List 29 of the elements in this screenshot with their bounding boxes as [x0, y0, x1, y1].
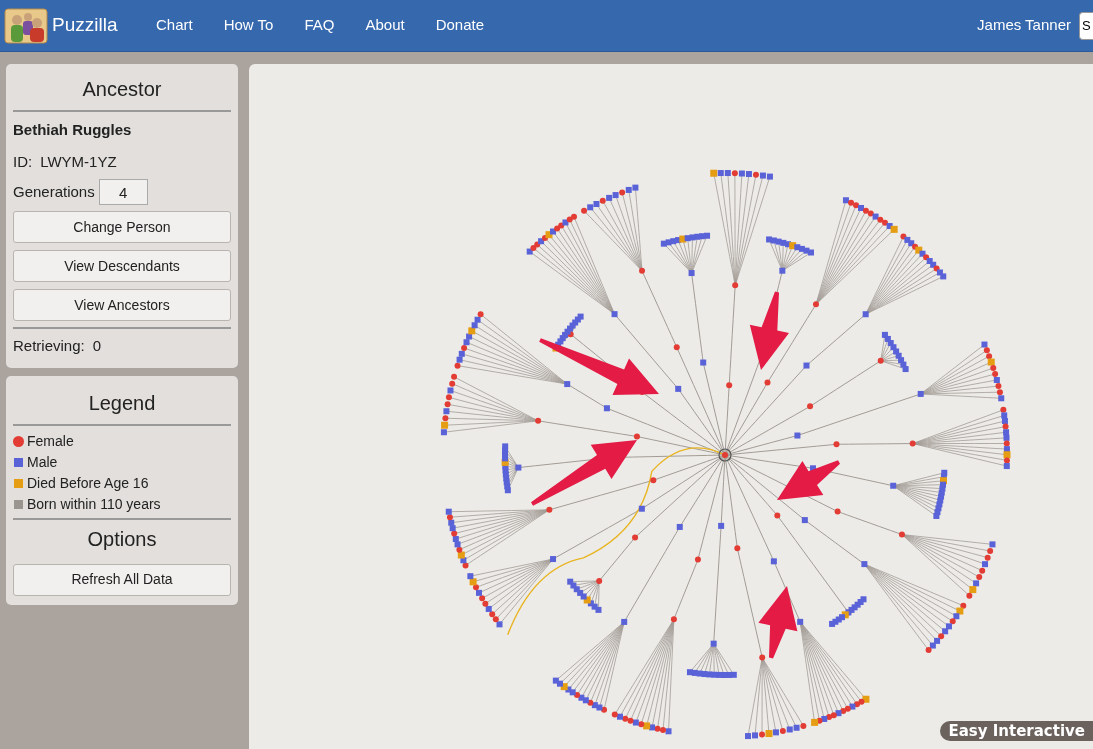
refresh-button[interactable]: Refresh All Data [13, 563, 231, 596]
nav-link[interactable]: Chart [156, 14, 193, 37]
generations-input[interactable]: 4 [98, 179, 148, 205]
generations-label: Generations [13, 181, 95, 202]
person-name: Bethiah Ruggles [13, 120, 133, 140]
nav-link[interactable]: How To [223, 14, 274, 37]
panel-title: Legend [13, 387, 231, 426]
nav-link[interactable]: Donate [435, 14, 485, 37]
search-field[interactable]: S [1079, 11, 1093, 40]
panel-title: Options [86, 526, 158, 552]
tooltip: Easy Interactive [940, 721, 1093, 741]
user-name-link[interactable]: James Tanner [977, 14, 1071, 37]
person-id: LWYM-1YZ [40, 151, 117, 172]
site-logo-text[interactable]: Puzzilla [52, 11, 118, 40]
retrieving-label: Retrieving: [13, 336, 85, 356]
panel-button[interactable]: View Ancestors [13, 289, 231, 321]
retrieving-count: 0 [92, 336, 102, 356]
legend-label: Died Before Age 16 [27, 473, 149, 493]
panel-button[interactable]: View Descendants [13, 250, 231, 282]
arrow-annotation [777, 460, 840, 500]
legend-label: Born within 110 years [27, 494, 161, 514]
nav-link[interactable]: About [365, 14, 405, 37]
logo-icon[interactable] [4, 5, 48, 46]
legend-label: Male [27, 452, 58, 472]
nav-link[interactable]: FAQ [304, 14, 335, 37]
panel-title: Ancestor [13, 74, 231, 112]
id-label: ID: [13, 151, 33, 172]
legend-label: Female [27, 431, 74, 451]
panel-button[interactable]: Change Person [13, 211, 231, 243]
